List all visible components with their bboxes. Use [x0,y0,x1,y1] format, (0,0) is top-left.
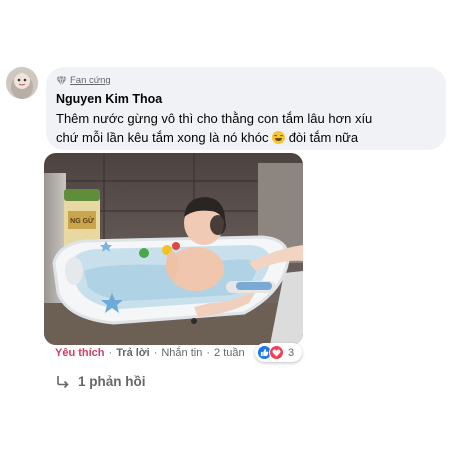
love-reaction-icon [269,345,284,360]
reaction-summary[interactable]: 3 [255,343,302,362]
like-action[interactable]: Yêu thích [55,347,105,359]
author-name[interactable]: Nguyen Kim Thoa [56,92,162,106]
badge-label: Fan cứng [70,75,111,86]
comment-bubble: Fan cứng Nguyen Kim Thoa Thêm nước gừng … [46,67,446,150]
diamond-icon [56,75,67,86]
comment-line-2-end: đòi tắm nữa [285,130,359,145]
comment-line-2: chứ mỗi lần kêu tắm xong là nó khóc đòi … [56,128,441,147]
separator: · [206,347,211,359]
reply-action[interactable]: Trả lời [116,347,150,359]
comment-photo[interactable]: NG GỪ [44,153,303,345]
comment-line-1: Thêm nước gừng vô thì cho thằng con tắm … [56,111,373,126]
separator: · [153,347,158,359]
package-label: NG GỪ [70,216,94,225]
top-fan-badge[interactable]: Fan cứng [56,75,111,86]
comment-text: Thêm nước gừng vô thì cho thằng con tắm … [56,109,441,147]
reply-arrow-icon [57,375,69,388]
reaction-count: 3 [288,346,295,359]
baby-bathtub-photo: NG GỪ [44,153,303,345]
grinning-face-emoji-icon [272,131,286,144]
separator: · [108,347,113,359]
avatar-image [6,67,38,99]
comment-timestamp[interactable]: 2 tuần [214,347,245,359]
view-replies-link[interactable]: 1 phản hồi [56,374,146,389]
avatar[interactable] [6,67,38,99]
replies-label: 1 phản hồi [78,374,146,389]
comment-line-2-start: chứ mỗi lần kêu tắm xong là nó khóc [56,130,273,145]
message-action[interactable]: Nhắn tin [161,347,202,359]
comment-actions: Yêu thích · Trả lời · Nhắn tin · 2 tuần [55,345,245,361]
